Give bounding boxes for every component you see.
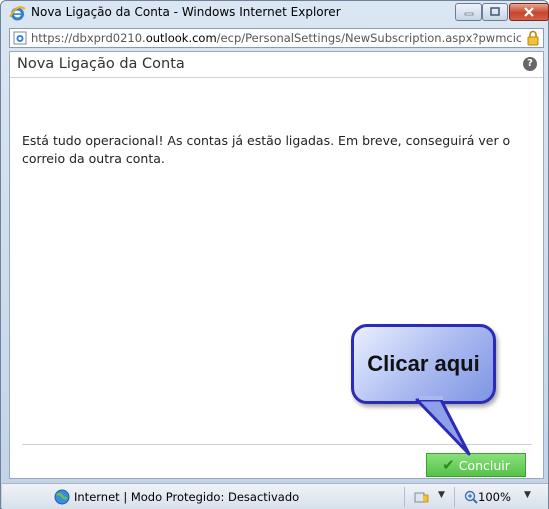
address-bar[interactable]: https://dbxprd0210.outlook.com/ecp/Perso… bbox=[9, 28, 544, 48]
page-header: Nova Ligação da Conta ? bbox=[10, 52, 543, 78]
minimize-button[interactable] bbox=[455, 3, 482, 21]
chevron-down-icon[interactable]: ▼ bbox=[438, 490, 445, 500]
callout-text: Clicar aqui bbox=[367, 351, 480, 376]
security-zone-text[interactable]: Internet | Modo Protegido: Desactivado bbox=[74, 490, 299, 504]
confirmation-message: Está tudo operacional! As contas já estã… bbox=[22, 133, 511, 166]
chevron-down-icon[interactable]: ▼ bbox=[524, 490, 531, 500]
callout-pointer bbox=[415, 396, 471, 456]
page-icon bbox=[13, 31, 27, 45]
close-button[interactable] bbox=[509, 3, 549, 21]
help-icon[interactable]: ? bbox=[523, 57, 537, 71]
done-button[interactable]: ✔ Concluir bbox=[426, 453, 526, 477]
status-separator bbox=[454, 487, 455, 507]
url-suffix: /ecp/PersonalSettings/NewSubscription.as… bbox=[216, 31, 521, 45]
page-title: Nova Ligação da Conta bbox=[17, 56, 185, 72]
zoom-level[interactable]: 100% bbox=[478, 490, 511, 504]
address-url[interactable]: https://dbxprd0210.outlook.com/ecp/Perso… bbox=[31, 31, 521, 45]
maximize-button[interactable] bbox=[482, 3, 508, 21]
browser-window: Nova Ligação da Conta - Windows Internet… bbox=[0, 0, 549, 509]
zoom-icon[interactable] bbox=[464, 490, 478, 504]
window-title: Nova Ligação da Conta - Windows Internet… bbox=[31, 5, 341, 19]
url-prefix: https://dbxprd0210. bbox=[31, 31, 146, 45]
globe-icon bbox=[54, 489, 70, 505]
done-button-label: Concluir bbox=[458, 457, 510, 473]
minimize-icon bbox=[464, 12, 473, 16]
status-bar: Internet | Modo Protegido: Desactivado ▼… bbox=[2, 483, 548, 509]
security-settings-icon[interactable] bbox=[414, 490, 430, 504]
lock-icon[interactable] bbox=[526, 30, 540, 46]
callout-bubble: Clicar aqui bbox=[351, 324, 496, 404]
close-icon bbox=[524, 7, 534, 17]
checkmark-icon: ✔ bbox=[442, 456, 455, 474]
ie-logo-icon bbox=[9, 6, 26, 21]
url-domain: outlook.com bbox=[145, 31, 217, 45]
maximize-icon bbox=[490, 7, 500, 16]
title-bar[interactable]: Nova Ligação da Conta - Windows Internet… bbox=[1, 1, 549, 25]
status-separator bbox=[404, 487, 405, 507]
